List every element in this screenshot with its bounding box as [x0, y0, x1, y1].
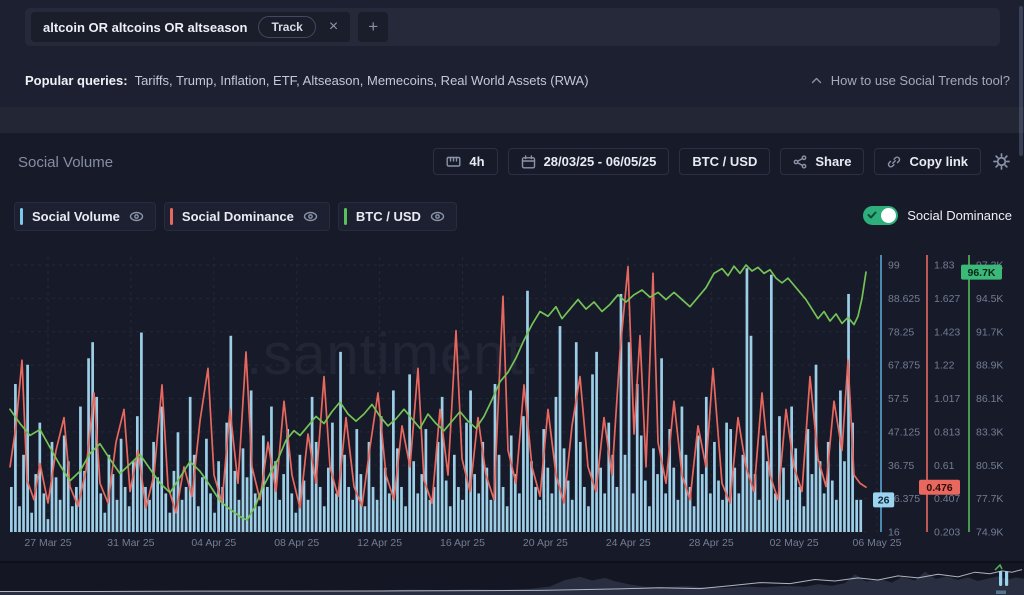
svg-text:0.813: 0.813 — [934, 426, 960, 438]
svg-text:88.9K: 88.9K — [976, 360, 1003, 372]
popular-queries-list[interactable]: Tariffs, Trump, Inflation, ETF, Altseaso… — [135, 73, 589, 88]
query-chip: altcoin OR altcoins OR altseason Track × — [31, 12, 350, 42]
add-query-button[interactable]: + — [358, 12, 388, 42]
gear-icon — [993, 153, 1010, 170]
social-dominance-toggle[interactable] — [863, 206, 898, 225]
svg-text:78.25: 78.25 — [888, 326, 914, 338]
interval-label: 4h — [469, 154, 484, 169]
help-link-label: How to use Social Trends tool? — [831, 73, 1010, 88]
popular-queries-row: Popular queries: Tariffs, Trump, Inflati… — [25, 73, 589, 88]
svg-text:94.5K: 94.5K — [976, 293, 1003, 305]
svg-text:1.423: 1.423 — [934, 326, 960, 338]
link-icon — [887, 155, 901, 169]
chevron-up-icon — [811, 77, 822, 84]
svg-text:36.75: 36.75 — [888, 460, 914, 472]
chart-toolbar: 4h 28/03/25 - 06/05/25 BTC / USD Share C… — [433, 148, 1012, 175]
svg-text:24 Apr 25: 24 Apr 25 — [606, 537, 651, 549]
svg-text:88.625: 88.625 — [888, 293, 920, 305]
section-divider — [0, 107, 1024, 133]
check-icon — [867, 210, 877, 220]
svg-text:16: 16 — [888, 527, 900, 539]
svg-text:91.7K: 91.7K — [976, 326, 1003, 338]
svg-text:0.476: 0.476 — [926, 482, 952, 494]
interval-button[interactable]: 4h — [433, 148, 497, 175]
svg-text:04 Apr 25: 04 Apr 25 — [191, 537, 236, 549]
pair-button[interactable]: BTC / USD — [679, 148, 770, 175]
scrollbar-thumb[interactable] — [1019, 6, 1023, 156]
copy-link-label: Copy link — [909, 154, 968, 169]
query-text: altcoin OR altcoins OR altseason — [43, 20, 247, 35]
svg-text:02 May 25: 02 May 25 — [770, 537, 819, 549]
svg-text:08 Apr 25: 08 Apr 25 — [274, 537, 319, 549]
pair-label: BTC / USD — [692, 154, 757, 169]
toggle-knob — [881, 208, 896, 223]
svg-text:12 Apr 25: 12 Apr 25 — [357, 537, 402, 549]
close-icon[interactable]: × — [327, 19, 340, 35]
share-icon — [793, 155, 807, 169]
svg-text:1.22: 1.22 — [934, 360, 955, 372]
calendar-icon — [521, 155, 536, 169]
svg-text:1.017: 1.017 — [934, 393, 960, 405]
svg-text:1.627: 1.627 — [934, 293, 960, 305]
series-color-bar — [20, 208, 23, 225]
legend-item-social-volume[interactable]: Social Volume — [14, 202, 156, 231]
svg-text:80.5K: 80.5K — [976, 460, 1003, 472]
interval-icon — [446, 155, 461, 168]
copy-link-button[interactable]: Copy link — [874, 148, 981, 175]
date-range-label: 28/03/25 - 06/05/25 — [544, 154, 657, 169]
date-range-button[interactable]: 28/03/25 - 06/05/25 — [508, 148, 670, 175]
share-button[interactable]: Share — [780, 148, 864, 175]
svg-text:20 Apr 25: 20 Apr 25 — [523, 537, 568, 549]
help-link[interactable]: How to use Social Trends tool? — [811, 73, 1010, 88]
svg-text:99: 99 — [888, 260, 900, 272]
dominance-toggle-wrap: Social Dominance — [863, 206, 1012, 225]
popular-queries-label: Popular queries: — [25, 73, 128, 88]
svg-text:28 Apr 25: 28 Apr 25 — [689, 537, 734, 549]
track-button[interactable]: Track — [258, 16, 315, 38]
svg-text:06 May 25: 06 May 25 — [852, 537, 901, 549]
social-trends-app: altcoin OR altcoins OR altseason Track ×… — [0, 0, 1024, 595]
svg-text:26: 26 — [878, 495, 890, 507]
eye-icon[interactable] — [430, 211, 445, 222]
svg-text:86.1K: 86.1K — [976, 393, 1003, 405]
timeline-minimap[interactable] — [0, 561, 1024, 595]
svg-text:27 Mar 25: 27 Mar 25 — [24, 537, 71, 549]
social-volume-panel: Social Volume 4h 28/03/25 - 06/05/25 BTC… — [0, 133, 1024, 595]
svg-text:57.5: 57.5 — [888, 393, 909, 405]
legend-label: Social Dominance — [182, 209, 294, 224]
svg-text:0.407: 0.407 — [934, 493, 960, 505]
svg-text:31 Mar 25: 31 Mar 25 — [107, 537, 154, 549]
legend-label: Social Volume — [32, 209, 120, 224]
svg-text:96.7K: 96.7K — [967, 267, 995, 279]
share-label: Share — [815, 154, 851, 169]
svg-text:67.875: 67.875 — [888, 360, 920, 372]
series-color-bar — [170, 208, 173, 225]
svg-text:74.9K: 74.9K — [976, 527, 1003, 539]
settings-button[interactable] — [991, 151, 1012, 172]
eye-icon[interactable] — [129, 211, 144, 222]
svg-text:77.7K: 77.7K — [976, 493, 1003, 505]
svg-text:16 Apr 25: 16 Apr 25 — [440, 537, 485, 549]
page-title: Social Volume — [18, 154, 113, 171]
legend-item-social-dominance[interactable]: Social Dominance — [164, 202, 330, 231]
query-bar[interactable]: altcoin OR altcoins OR altseason Track ×… — [25, 8, 1000, 46]
top-section: altcoin OR altcoins OR altseason Track ×… — [0, 0, 1024, 107]
svg-text:0.61: 0.61 — [934, 460, 955, 472]
eye-icon[interactable] — [303, 211, 318, 222]
series-color-bar — [344, 208, 347, 225]
svg-text:1.83: 1.83 — [934, 260, 955, 272]
toggle-label: Social Dominance — [907, 208, 1012, 223]
legend-item-btc-usd[interactable]: BTC / USD — [338, 202, 457, 231]
svg-text:0.203: 0.203 — [934, 527, 960, 539]
svg-text:47.125: 47.125 — [888, 426, 920, 438]
chart-legend: Social Volume Social Dominance BTC / USD — [14, 202, 457, 231]
social-volume-chart[interactable]: 27 Mar 25 31 Mar 25 04 Apr 25 08 Apr 25 12 A… — [0, 245, 1024, 561]
svg-text:83.3K: 83.3K — [976, 426, 1003, 438]
legend-label: BTC / USD — [356, 209, 421, 224]
